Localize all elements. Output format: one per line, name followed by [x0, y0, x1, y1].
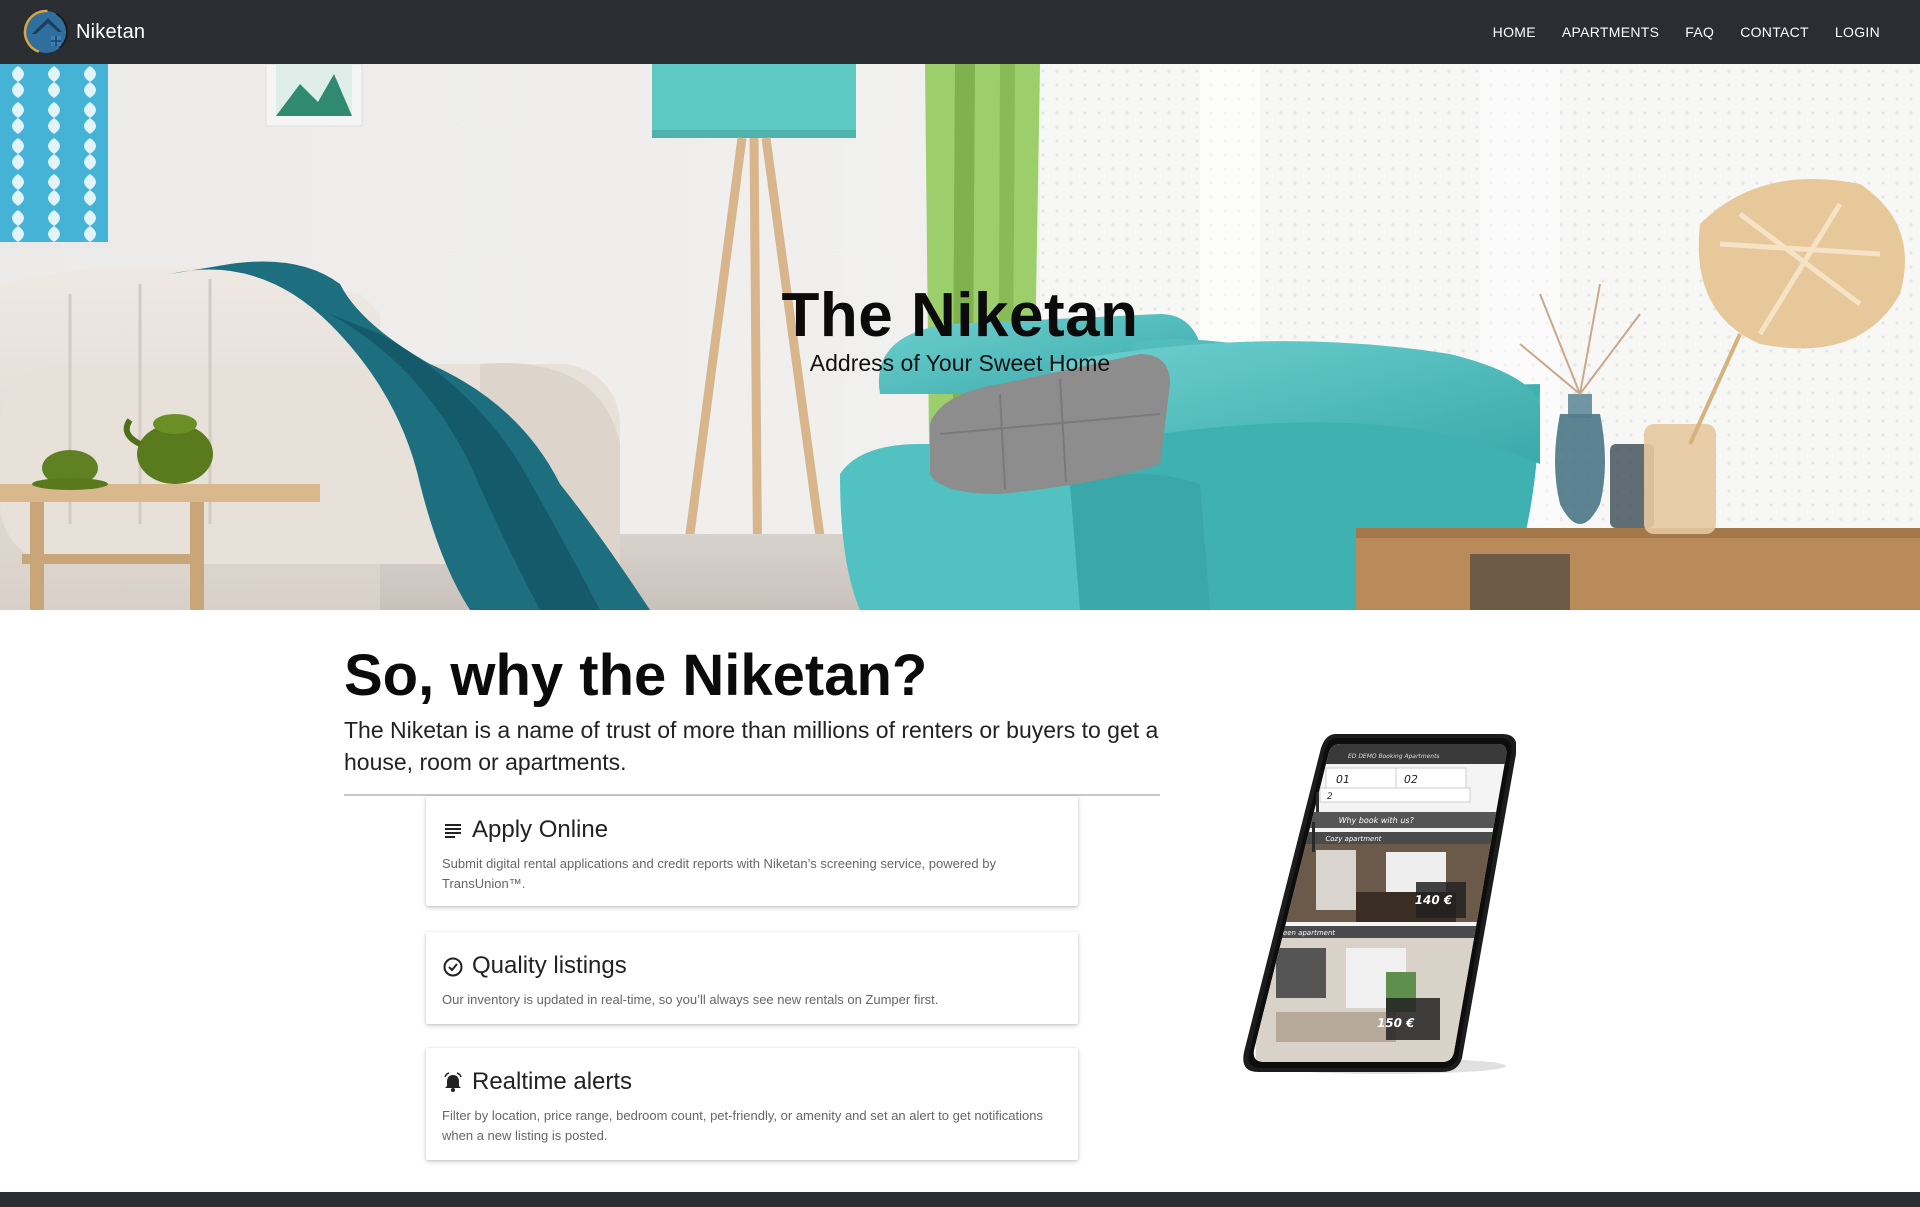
- phone-date-in: 01: [1335, 773, 1351, 786]
- nav-contact-link[interactable]: CONTACT: [1740, 24, 1809, 40]
- feature-title: Apply Online: [472, 816, 609, 843]
- hero-subtitle: Address of Your Sweet Home: [809, 350, 1111, 376]
- top-navbar: Niketan HOME APARTMENTS FAQ CONTACT LOGI…: [0, 0, 1920, 64]
- phone-date-out: 02: [1403, 773, 1419, 786]
- feature-card-quality-listings: Quality listings Our inventory is update…: [426, 932, 1078, 1024]
- nav-menu: HOME APARTMENTS FAQ CONTACT LOGIN: [1473, 0, 1886, 64]
- footer-bar: [0, 1192, 1920, 1207]
- feature-card-realtime-alerts: Realtime alerts Filter by location, pric…: [426, 1048, 1078, 1160]
- phone-mockup-image: ED DEMO Booking Apartments 01 02 2 Why b…: [1236, 722, 1517, 1074]
- nav-faq-link[interactable]: FAQ: [1685, 24, 1714, 40]
- feature-description: Our inventory is updated in real-time, s…: [442, 992, 939, 1007]
- hero-banner: The Niketan Address of Your Sweet Home: [0, 64, 1920, 610]
- nav-login-link[interactable]: LOGIN: [1835, 24, 1880, 40]
- house-logo-icon: [22, 8, 70, 56]
- check-circle-icon: [442, 955, 464, 977]
- hero-title: The Niketan: [781, 281, 1139, 350]
- phone-listing2-price: 150 €: [1376, 1016, 1416, 1030]
- nav-home-link[interactable]: HOME: [1493, 24, 1536, 40]
- feature-title: Realtime alerts: [472, 1068, 633, 1095]
- feature-card-apply-online: Apply Online Submit digital rental appli…: [426, 796, 1078, 906]
- brand-home-link[interactable]: Niketan: [22, 8, 145, 56]
- feature-description: Filter by location, price range, bedroom…: [442, 1108, 1043, 1143]
- nav-apartments-link[interactable]: APARTMENTS: [1562, 24, 1659, 40]
- list-icon: [442, 819, 464, 841]
- alarm-bell-icon: [442, 1071, 464, 1093]
- why-section-lead: The Niketan is a name of trust of more t…: [344, 717, 1159, 775]
- phone-header-text: ED DEMO Booking Apartments: [1347, 753, 1440, 760]
- feature-description: Submit digital rental applications and c…: [442, 856, 996, 891]
- feature-title: Quality listings: [472, 952, 627, 979]
- why-section-title: So, why the Niketan?: [344, 643, 928, 708]
- phone-why-book: Why book with us?: [1338, 816, 1415, 825]
- phone-listing1-price: 140 €: [1413, 893, 1453, 907]
- phone-listing1-name: Cozy apartment: [1325, 834, 1383, 843]
- brand-name: Niketan: [76, 20, 146, 43]
